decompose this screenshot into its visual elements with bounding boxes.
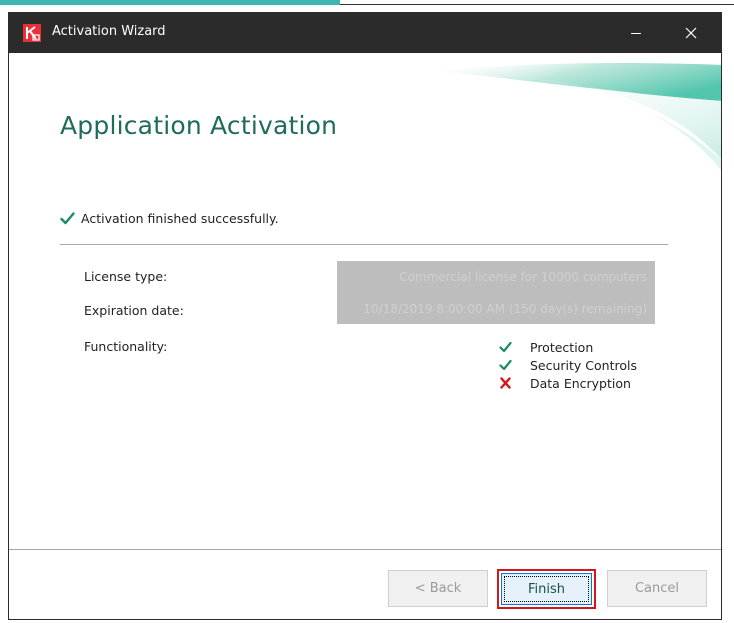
functionality-item: Protection [499, 338, 637, 356]
page-title: Application Activation [60, 111, 338, 140]
kaspersky-logo-icon [23, 24, 41, 42]
check-icon [499, 341, 512, 353]
check-icon [60, 211, 75, 224]
functionality-item: Data Encryption [499, 374, 637, 392]
finish-button-label: Finish [501, 573, 592, 605]
section-divider [60, 244, 668, 245]
cancel-button[interactable]: Cancel [607, 570, 707, 607]
functionality-label: Functionality: [84, 339, 168, 354]
close-button[interactable] [669, 13, 713, 53]
finish-button[interactable]: Finish [497, 569, 596, 609]
expiration-date-value: 10/18/2019 8:00:00 AM (150 day(s) remain… [363, 302, 647, 316]
functionality-item-label: Security Controls [530, 357, 638, 373]
top-rule [340, 4, 734, 5]
close-icon [685, 27, 697, 39]
title-bar: Activation Wizard [9, 13, 721, 53]
minimize-button[interactable] [614, 13, 658, 53]
minimize-icon [631, 33, 641, 34]
license-type-label: License type: [84, 269, 168, 284]
functionality-item: Security Controls [499, 356, 637, 374]
cross-icon [500, 377, 511, 389]
status-text: Activation finished successfully. [81, 210, 279, 226]
header-decoration [439, 63, 721, 171]
expiration-date-label: Expiration date: [84, 303, 184, 318]
license-type-value: Commercial license for 10000 computers [399, 270, 647, 284]
activation-status: Activation finished successfully. [60, 208, 279, 228]
check-icon [499, 359, 512, 371]
back-button[interactable]: < Back [388, 570, 488, 607]
window-title: Activation Wizard [52, 24, 166, 39]
functionality-list: Protection Security Controls Data Encryp… [499, 338, 637, 392]
footer-divider [9, 549, 721, 550]
functionality-item-label: Protection [530, 339, 594, 355]
top-accent-bar [0, 0, 340, 5]
redacted-license-info: Commercial license for 10000 computers 1… [337, 261, 655, 324]
activation-wizard-window: Activation Wizard Application Activation… [8, 12, 722, 620]
functionality-item-label: Data Encryption [530, 375, 631, 391]
